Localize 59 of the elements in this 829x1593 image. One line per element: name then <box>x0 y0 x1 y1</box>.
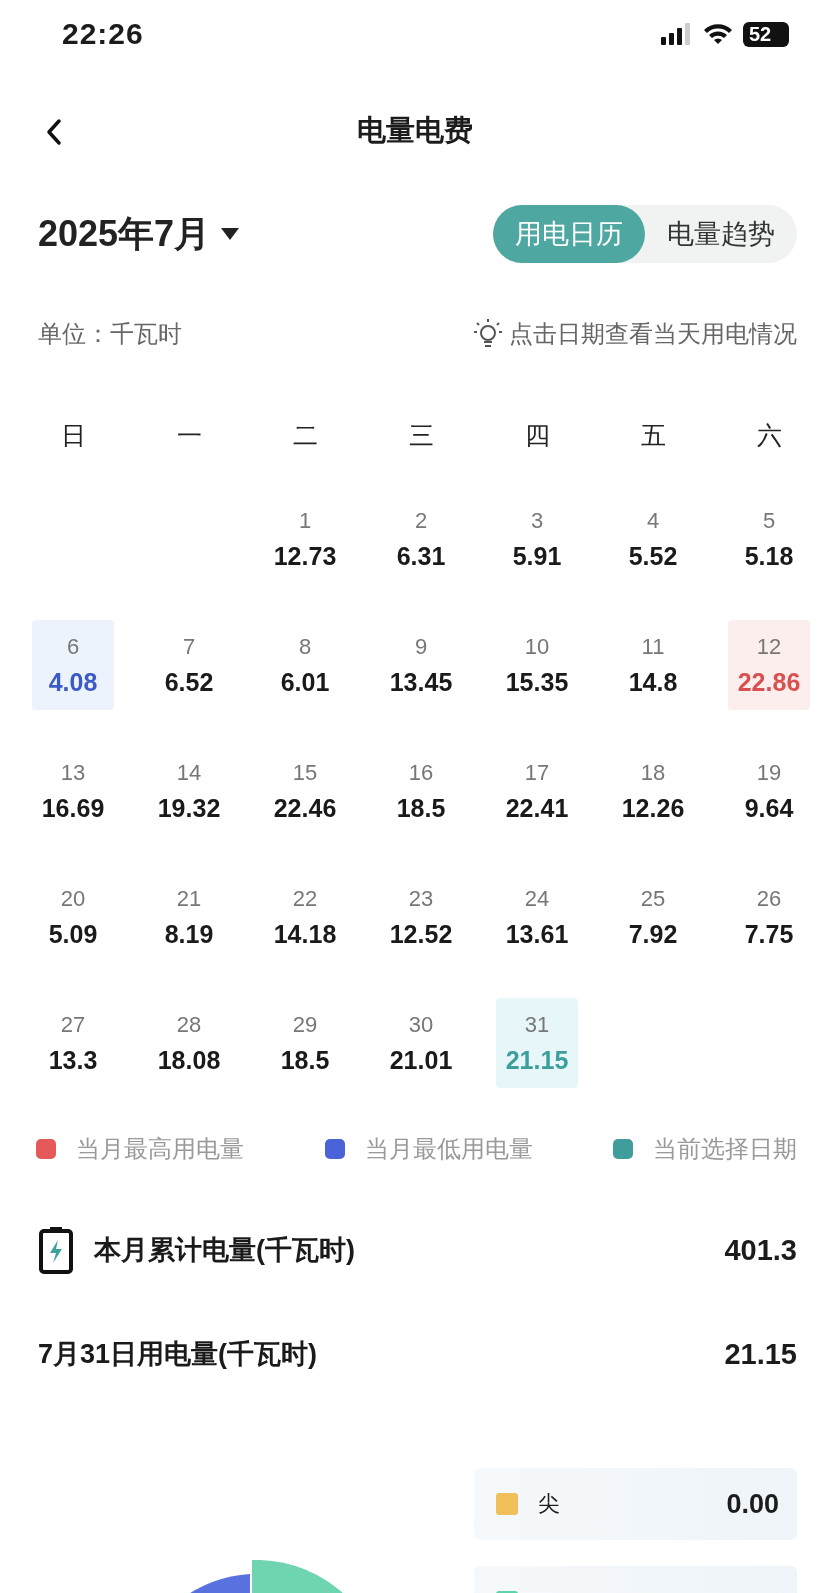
day-cell[interactable]: 23 12.52 <box>380 872 462 962</box>
weekday-label: 三 <box>408 419 434 452</box>
day-cell[interactable]: 10 15.35 <box>496 620 578 710</box>
day-cell[interactable]: 27 13.3 <box>32 998 114 1088</box>
day-cell[interactable]: 1 12.73 <box>264 494 346 584</box>
day-cell[interactable]: 14 19.32 <box>148 746 230 836</box>
signal-icon <box>661 23 693 45</box>
weekday-label: 五 <box>640 419 666 452</box>
weekday-label: 二 <box>292 419 318 452</box>
caret-icon <box>220 227 241 241</box>
day-cell[interactable]: 6 4.08 <box>32 620 114 710</box>
legend-label: 当月最低用电量 <box>364 1134 533 1165</box>
day-cell[interactable]: 9 13.45 <box>380 620 462 710</box>
day-cell[interactable]: 24 13.61 <box>496 872 578 962</box>
day-cell[interactable]: 28 18.08 <box>148 998 230 1088</box>
day-cell[interactable]: 26 7.75 <box>728 872 810 962</box>
summary-value: 21.15 <box>724 1337 797 1371</box>
weekday-label: 六 <box>756 419 782 452</box>
day-cell[interactable]: 21 8.19 <box>148 872 230 962</box>
day-cell[interactable]: 19 9.64 <box>728 746 810 836</box>
period-label: 尖 <box>538 1490 561 1518</box>
day-cell[interactable]: 7 6.52 <box>148 620 230 710</box>
day-cell[interactable]: 22 14.18 <box>264 872 346 962</box>
weekday-label: 一 <box>176 419 202 452</box>
day-cell[interactable]: 31 21.15 <box>496 998 578 1088</box>
day-cell[interactable]: 13 16.69 <box>32 746 114 836</box>
wifi-icon <box>703 23 733 45</box>
day-cell[interactable]: 17 22.41 <box>496 746 578 836</box>
summary-label: 7月31日用电量(千瓦时) <box>38 1338 318 1371</box>
day-cell[interactable]: 4 5.52 <box>612 494 694 584</box>
day-cell[interactable]: 16 18.5 <box>380 746 462 836</box>
view-tab[interactable]: 电量趋势 <box>645 205 797 263</box>
day-cell[interactable]: 3 5.91 <box>496 494 578 584</box>
summary-label: 本月累计电量(千瓦时) <box>94 1234 355 1267</box>
period-value: 0.00 <box>726 1488 779 1520</box>
weekday-label: 四 <box>524 419 550 452</box>
clock: 22:26 <box>62 17 144 51</box>
day-cell[interactable]: 5 5.18 <box>728 494 810 584</box>
day-cell[interactable]: 20 5.09 <box>32 872 114 962</box>
battery-level: 52 <box>743 21 789 47</box>
page-title: 电量电费 <box>356 112 473 149</box>
back-icon <box>44 118 64 146</box>
legend-label: 当前选择日期 <box>653 1134 797 1165</box>
day-cell[interactable]: 2 6.31 <box>380 494 462 584</box>
day-cell[interactable]: 11 14.8 <box>612 620 694 710</box>
legend-label: 当月最高用电量 <box>76 1134 244 1165</box>
hint-text: 点击日期查看当天用电情况 <box>509 319 797 350</box>
battery-bolt-icon <box>38 1226 74 1274</box>
summary-value: 401.3 <box>724 1233 797 1267</box>
day-cell[interactable]: 25 7.92 <box>612 872 694 962</box>
weekday-label: 日 <box>60 419 86 452</box>
day-cell[interactable]: 8 6.01 <box>264 620 346 710</box>
day-cell[interactable]: 15 22.46 <box>264 746 346 836</box>
day-cell[interactable]: 29 18.5 <box>264 998 346 1088</box>
day-cell[interactable]: 12 22.86 <box>728 620 810 710</box>
month-picker[interactable]: 2025年7月 <box>38 209 241 259</box>
day-cell[interactable]: 18 12.26 <box>612 746 694 836</box>
unit-label: 单位：千瓦时 <box>38 319 182 350</box>
day-cell[interactable]: 30 21.01 <box>380 998 462 1088</box>
